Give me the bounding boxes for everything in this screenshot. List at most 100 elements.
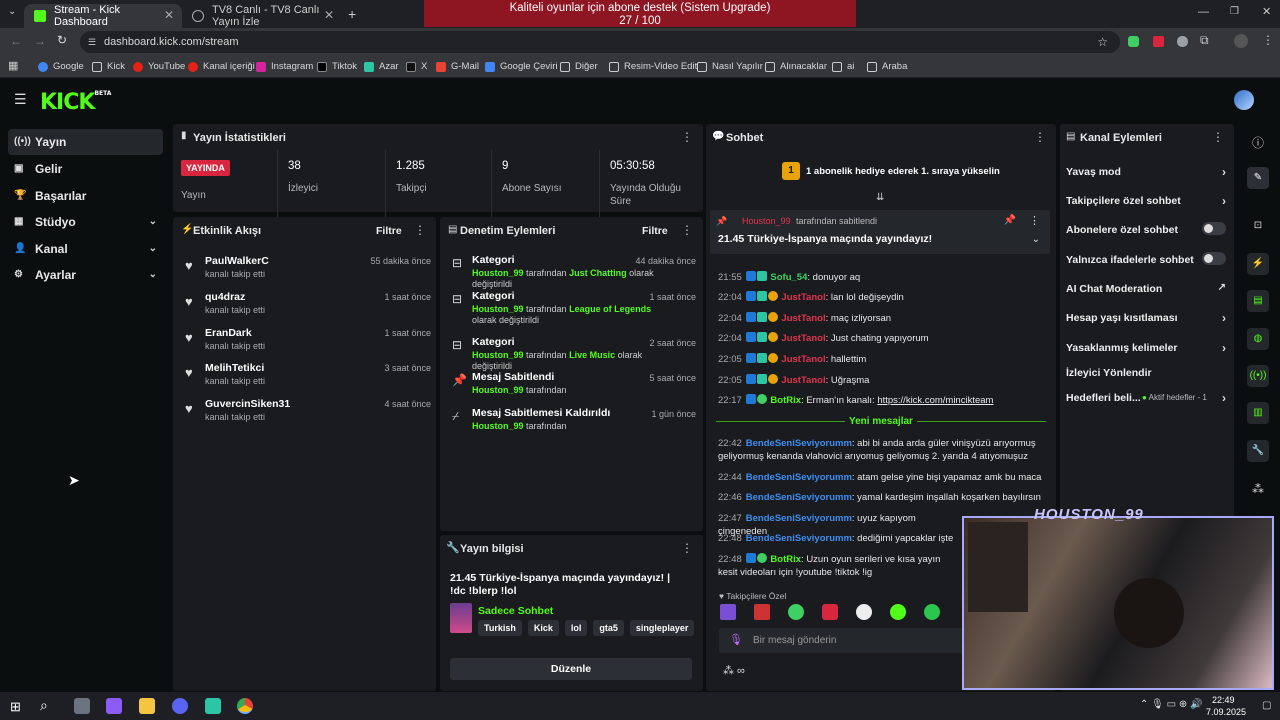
minimize-icon[interactable]: — — [1198, 6, 1209, 18]
stream-category[interactable]: Sadece Sohbet — [478, 605, 553, 617]
bookmark-google-ceviri[interactable]: Google Çeviri — [485, 59, 558, 75]
pinned-menu-icon[interactable]: ⋮ — [1029, 214, 1040, 227]
sidebar-item-studyo[interactable]: ▦ Stüdyo ⌄ — [8, 209, 163, 235]
taskbar-app-icon[interactable] — [106, 698, 122, 714]
clipboard-icon[interactable]: ▤ — [1247, 290, 1269, 312]
action-raid[interactable]: İzleyici Yönlendir — [1066, 367, 1226, 379]
taskbar-app-icon[interactable] — [205, 698, 221, 714]
stream-info-menu-icon[interactable]: ⋮ — [681, 541, 693, 555]
bookmark-star-icon[interactable]: ☆ — [1097, 31, 1108, 53]
bookmark-diger[interactable]: Diğer — [560, 59, 598, 75]
dots-icon[interactable]: ⁂ — [1252, 482, 1264, 496]
emote-icon[interactable] — [890, 604, 906, 620]
sidebar-item-ayarlar[interactable]: ⚙ Ayarlar ⌄ — [8, 262, 163, 288]
layers-icon[interactable]: ▥ — [1247, 402, 1269, 424]
chat-menu-icon[interactable]: ⋮ — [1034, 130, 1046, 144]
sidebar-item-yayin[interactable]: ((•)) Yayın — [8, 129, 163, 155]
bookmark-kanal-icerigi[interactable]: Kanal içeriği — [188, 59, 255, 75]
edit-button[interactable]: Düzenle — [450, 658, 692, 680]
bookmark-azar[interactable]: Azar — [364, 59, 399, 75]
taskbar-app-icon[interactable] — [74, 698, 90, 714]
action-followers-only[interactable]: Takipçilere özel sohbet › — [1066, 194, 1226, 208]
url-input[interactable]: ☰ dashboard.kick.com/stream ☆ — [80, 31, 1120, 53]
bookmark-google[interactable]: Google — [38, 59, 84, 75]
moderation-menu-icon[interactable]: ⋮ — [681, 223, 693, 237]
emote-icon[interactable] — [822, 604, 838, 620]
broadcast-icon[interactable]: ((•)) — [1247, 365, 1269, 387]
bookmark-instagram[interactable]: Instagram — [256, 59, 313, 75]
browser-menu-icon[interactable]: ⋮ — [1262, 33, 1274, 47]
action-banned-words[interactable]: Yasaklanmış kelimeler › — [1066, 341, 1226, 355]
bookmark-nasil-yapilir[interactable]: Nasıl Yapılır — [697, 59, 763, 75]
emote-icon[interactable] — [856, 604, 872, 620]
toggle-switch[interactable] — [1202, 222, 1226, 235]
pin-icon[interactable]: 📌 — [1004, 215, 1016, 226]
action-ai-moderation[interactable]: AI Chat Moderation ↗ — [1066, 282, 1226, 295]
emote-icon[interactable] — [720, 604, 736, 620]
close-tab-icon[interactable]: ✕ — [324, 8, 334, 22]
bookmark-tiktok[interactable]: Tiktok — [317, 59, 357, 75]
new-tab-icon[interactable]: + — [348, 6, 356, 22]
action-subscribers-only[interactable]: Abonelere özel sohbet — [1066, 222, 1226, 236]
activity-menu-icon[interactable]: ⋮ — [414, 223, 426, 237]
hamburger-menu-icon[interactable]: ☰ — [14, 91, 27, 108]
close-tab-icon[interactable]: ✕ — [164, 8, 174, 22]
restore-icon[interactable]: ❐ — [1230, 6, 1239, 17]
extension-red-icon[interactable] — [1153, 36, 1164, 47]
forward-icon[interactable]: → — [34, 34, 46, 48]
clock-time[interactable]: 22:49 — [1212, 695, 1235, 705]
flash-icon[interactable]: ⚡ — [1247, 253, 1269, 275]
capture-icon[interactable]: ⊡ — [1247, 215, 1269, 237]
bookmark-gmail[interactable]: G-Mail — [436, 59, 479, 75]
moderation-filter-button[interactable]: Filtre — [642, 225, 668, 237]
activity-filter-button[interactable]: Filtre — [376, 225, 402, 237]
pin-toggle-icon[interactable]: ⇊ — [876, 192, 884, 203]
action-account-age[interactable]: Hesap yaşı kısıtlaması › — [1066, 311, 1226, 325]
kick-logo[interactable]: KICKBETA — [40, 90, 111, 115]
extensions-puzzle-icon[interactable]: ⧉ — [1200, 33, 1209, 48]
gift-banner[interactable]: 1 abonelik hediye ederek 1. sıraya yükse… — [806, 166, 1000, 177]
profile-avatar[interactable] — [1234, 34, 1248, 48]
info-icon[interactable]: ⓘ — [1252, 134, 1264, 151]
channel-actions-menu-icon[interactable]: ⋮ — [1212, 130, 1224, 144]
tab-tv8[interactable]: TV8 Canlı - TV8 Canlı Yayın İzle ✕ — [182, 4, 342, 28]
user-avatar[interactable] — [1234, 90, 1254, 110]
sidebar-item-basarilar[interactable]: 🏆 Başarılar — [8, 183, 163, 209]
bookmark-alinacaklar[interactable]: Alınacaklar — [765, 59, 827, 75]
stats-menu-icon[interactable]: ⋮ — [681, 130, 693, 144]
extension-gray-icon[interactable] — [1177, 36, 1188, 47]
discord-icon[interactable] — [172, 698, 188, 714]
chrome-icon[interactable] — [237, 698, 253, 714]
notification-icon[interactable]: ▢ — [1262, 700, 1271, 711]
chat-icon[interactable]: ◍ — [1247, 328, 1269, 350]
microphone-icon[interactable]: 🎙 — [729, 633, 743, 646]
edit-pencil-icon[interactable]: ✎ — [1247, 167, 1269, 189]
close-window-icon[interactable]: ✕ — [1262, 5, 1271, 18]
sidebar-item-gelir[interactable]: ▣ Gelir — [8, 156, 163, 182]
sidebar-item-kanal[interactable]: 👤 Kanal ⌄ — [8, 236, 163, 262]
emote-icon[interactable] — [754, 604, 770, 620]
action-slow-mode[interactable]: Yavaş mod › — [1066, 165, 1226, 179]
tab-kick-dashboard[interactable]: Stream - Kick Dashboard ✕ — [24, 4, 182, 28]
chat-input[interactable]: 🎙 Bir mesaj gönderin — [719, 628, 964, 653]
bookmark-resim-video-edit[interactable]: Resim-Video Edit — [609, 59, 697, 75]
chevron-down-icon[interactable]: ⌄ — [1032, 234, 1040, 245]
chat-link[interactable]: https://kick.com/mincikteam — [877, 395, 993, 406]
action-goals[interactable]: Hedefleri beli... ● Aktif hedefler - 1 › — [1066, 391, 1226, 405]
reload-icon[interactable]: ↻ — [57, 33, 67, 47]
search-icon[interactable]: ⌕ — [40, 697, 48, 714]
tray-icons[interactable]: ⌃ 🎙 ▭ ⊕ 🔊 — [1140, 699, 1202, 710]
bookmark-x[interactable]: X — [406, 59, 427, 75]
emote-icon[interactable] — [924, 604, 940, 620]
file-explorer-icon[interactable] — [139, 698, 155, 714]
chat-tools-icon[interactable]: ⁂ ∞ — [723, 664, 745, 677]
bookmark-youtube[interactable]: YouTube — [133, 59, 185, 75]
toggle-switch[interactable] — [1202, 252, 1226, 265]
pinned-by-user[interactable]: Houston_99 — [742, 216, 791, 226]
bookmark-araba[interactable]: Araba — [867, 59, 907, 75]
bookmark-ai[interactable]: ai — [832, 59, 854, 75]
bookmark-kick[interactable]: Kick — [92, 59, 125, 75]
wrench-icon[interactable]: 🔧 — [1247, 440, 1269, 462]
clock-date[interactable]: 7.09.2025 — [1206, 707, 1246, 717]
tab-list-chevron-icon[interactable]: ⌄ — [8, 6, 16, 17]
